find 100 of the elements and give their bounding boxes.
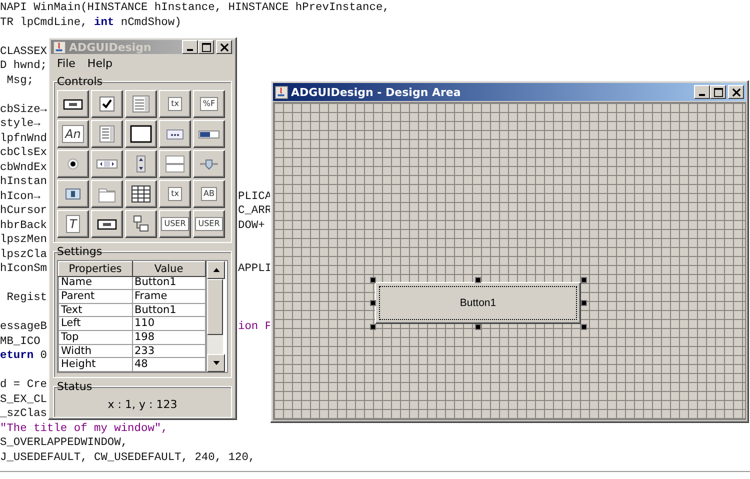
code-line: Regist <box>6 291 47 306</box>
minimize-button[interactable] <box>182 40 198 54</box>
minimize-icon <box>699 94 705 96</box>
code-fragment: DOW+ <box>238 218 265 233</box>
table-cell[interactable]: Frame <box>132 290 206 304</box>
code-line: _szClas <box>0 407 47 422</box>
code-fragment: C_ARR <box>238 204 272 218</box>
close-icon <box>220 42 228 52</box>
code-line: Msg; <box>6 74 34 88</box>
palette-button[interactable]: USER <box>159 210 191 238</box>
table-cell[interactable]: Height <box>58 358 132 372</box>
code-line: CLASSEX <box>0 44 47 59</box>
column-header[interactable]: Value <box>132 262 206 276</box>
code-line: d = Cre <box>0 378 47 392</box>
palette-button[interactable] <box>57 90 89 118</box>
code-line: S_EX_CL <box>0 392 47 407</box>
palette-button[interactable] <box>125 120 157 148</box>
palette-button[interactable]: USER <box>193 210 225 238</box>
palette-button[interactable]: AB <box>193 180 225 208</box>
palette-button[interactable] <box>125 90 157 118</box>
close-icon <box>732 88 740 96</box>
code-line: S_OVERLAPPEDWINDOW, <box>0 436 128 450</box>
palette-button[interactable]: An <box>57 120 89 148</box>
code-line: TR lpCmdLine, int nCmdShow) <box>0 16 182 30</box>
palette-button[interactable] <box>193 120 225 148</box>
code-line: J_USEDEFAULT, CW_USEDEFAULT, 240, 120, <box>0 450 256 465</box>
status-text: x : 1, y : 123 <box>106 397 178 413</box>
scrollbar[interactable] <box>206 261 223 372</box>
split-pane-icon <box>163 155 187 173</box>
minimize-icon <box>187 49 193 51</box>
maximize-icon <box>202 42 210 52</box>
code-fragment: PLICA <box>238 190 272 204</box>
palette-button[interactable] <box>159 150 191 178</box>
palette-button[interactable] <box>57 180 89 208</box>
window-title: ADGUIDesign - Design Area <box>291 86 462 98</box>
palette-button[interactable]: %F <box>193 90 225 118</box>
group-title: Settings <box>57 245 102 258</box>
palette-button[interactable] <box>125 180 157 208</box>
resize-handle[interactable] <box>581 277 587 283</box>
resize-handle[interactable] <box>370 300 376 306</box>
code-line: essageB <box>0 320 47 334</box>
code-line: NAPI WinMain(HINSTANCE hInstance, HINSTANCE hPrevInstance, <box>0 1 390 16</box>
table-cell[interactable]: Top <box>58 330 132 344</box>
palette-button[interactable]: tx <box>159 180 191 208</box>
close-button[interactable] <box>728 85 744 99</box>
menu-item[interactable]: Help <box>83 56 116 71</box>
table-cell[interactable]: Left <box>58 316 132 331</box>
code-line: cbSize→ <box>0 102 47 117</box>
window-title: ADGUIDesign <box>69 40 152 54</box>
palette-button[interactable]: tx <box>159 90 191 118</box>
table-cell[interactable]: Name <box>58 276 132 290</box>
palette-button[interactable] <box>91 120 123 148</box>
palette-button[interactable] <box>193 150 225 178</box>
code-line: hbrBack <box>0 218 47 233</box>
scroll-thumb[interactable] <box>207 279 223 336</box>
maximize-button[interactable] <box>710 85 726 99</box>
palette-button[interactable] <box>91 210 123 238</box>
table-cell[interactable]: Button1 <box>132 303 206 317</box>
code-fragment: APPLI <box>238 262 272 276</box>
panel-icon <box>129 125 153 143</box>
scroll-up-icon[interactable] <box>207 261 225 279</box>
resize-handle[interactable] <box>581 324 587 330</box>
resize-handle[interactable] <box>475 277 481 283</box>
maximize-button[interactable] <box>198 40 214 54</box>
resize-handle[interactable] <box>475 324 481 330</box>
palette-button[interactable]: T <box>57 210 89 238</box>
palette-button[interactable] <box>91 90 123 118</box>
table-cell[interactable]: 48 <box>132 358 206 372</box>
table-cell[interactable]: 233 <box>132 344 206 358</box>
palette-button[interactable] <box>125 210 157 238</box>
palette-button[interactable] <box>159 120 191 148</box>
table-cell[interactable]: Width <box>58 344 132 358</box>
palette-button[interactable] <box>125 150 157 178</box>
minimize-button[interactable] <box>694 85 710 99</box>
code-line: D hwnd; <box>0 59 47 74</box>
palette-button[interactable] <box>57 150 89 178</box>
scroll-down-icon[interactable] <box>207 354 225 372</box>
table-cell[interactable]: Button1 <box>132 276 206 290</box>
table-cell[interactable]: Parent <box>58 290 132 304</box>
code-line: eturn 0 <box>0 349 48 364</box>
group-title: Controls <box>57 75 102 88</box>
table-cell[interactable]: Text <box>58 303 132 317</box>
palette-button[interactable] <box>91 180 123 208</box>
code-line: cbClsEx <box>0 146 47 160</box>
resize-handle[interactable] <box>581 300 587 306</box>
close-button[interactable] <box>216 40 232 54</box>
canvas-button[interactable]: Button1 <box>375 282 581 324</box>
menu-item[interactable]: File <box>53 56 80 71</box>
code-line: cbWndEx <box>0 160 47 175</box>
code-line: MB_ICO <box>0 334 40 349</box>
code-line: lpfnWnd <box>0 132 47 146</box>
table-cell[interactable]: 110 <box>132 316 206 331</box>
resize-handle[interactable] <box>370 277 376 283</box>
maximize-icon <box>714 88 722 96</box>
column-header[interactable]: Properties <box>58 262 132 276</box>
resize-handle[interactable] <box>370 324 376 330</box>
palette-button[interactable] <box>91 150 123 178</box>
code-line: lpszMen <box>0 233 47 248</box>
table-cell[interactable]: 198 <box>132 330 206 344</box>
code-line: hInstan <box>0 175 47 190</box>
